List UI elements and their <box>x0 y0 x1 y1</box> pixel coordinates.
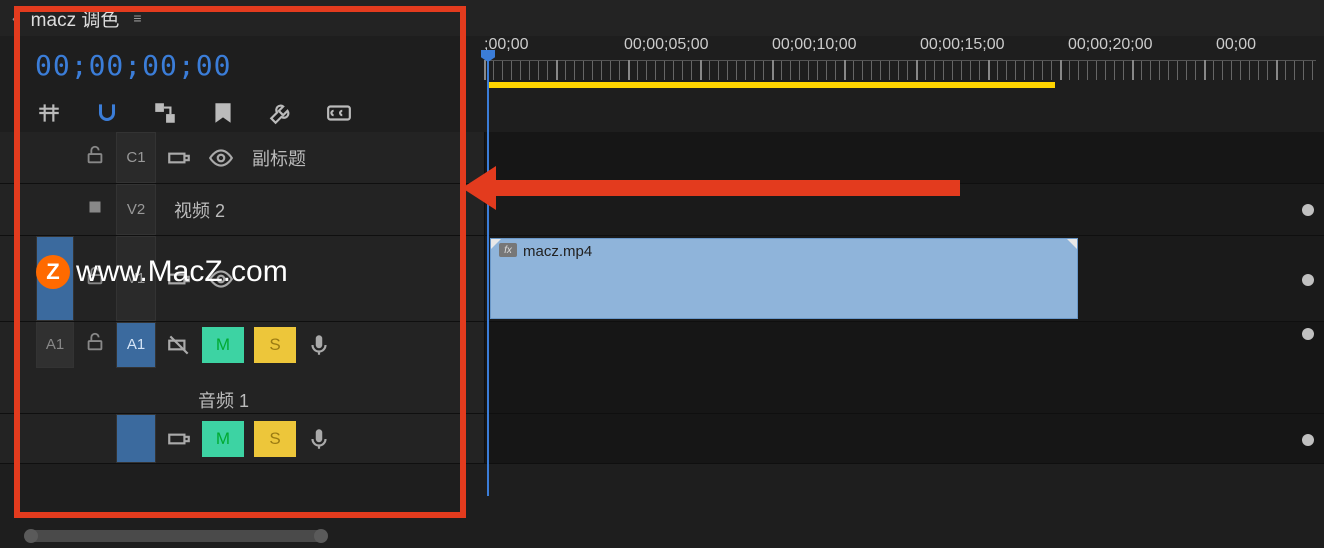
time-label: 00;00;15;00 <box>920 36 1005 54</box>
track-name: 副标题 <box>252 145 306 171</box>
audio-track-2: M S <box>0 414 1324 464</box>
keyframe-dot[interactable] <box>1302 328 1314 340</box>
time-label: 00;00 <box>1216 36 1256 54</box>
timeline-panel: ‹ macz 调色 ≡ 00;00;00;00 ;00;00 00;00;05;… <box>0 0 1324 548</box>
solo-button[interactable]: S <box>254 327 296 363</box>
track-name: 视频 2 <box>174 197 225 223</box>
snap-icon[interactable] <box>94 100 120 126</box>
time-label: 00;00;05;00 <box>624 36 709 54</box>
linked-selection-icon[interactable] <box>152 100 178 126</box>
mic-icon[interactable] <box>306 332 332 358</box>
track-id-v1[interactable]: V1 <box>116 236 156 321</box>
lock-icon[interactable] <box>84 144 106 171</box>
source-patch-a1[interactable]: A1 <box>36 322 74 368</box>
keyframe-dot[interactable] <box>1302 434 1314 446</box>
time-label: 00;00;20;00 <box>1068 36 1153 54</box>
eye-icon[interactable] <box>208 145 234 171</box>
wrench-icon[interactable] <box>268 100 294 126</box>
audio-track-1-content[interactable] <box>484 322 1324 413</box>
panel-menu-icon[interactable]: ≡ <box>133 10 141 26</box>
keyframe-dot[interactable] <box>1302 274 1314 286</box>
lock-icon[interactable] <box>84 196 106 223</box>
annotation-red-arrow <box>490 180 960 196</box>
mute-button[interactable]: M <box>202 421 244 457</box>
sequence-name[interactable]: macz 调色 <box>31 5 120 32</box>
sync-lock-icon[interactable] <box>166 145 192 171</box>
panel-header: ‹ macz 调色 ≡ <box>0 0 1324 36</box>
nest-icon[interactable] <box>36 100 62 126</box>
track-id-a2[interactable] <box>116 414 156 463</box>
video-track-1-content[interactable]: fx macz.mp4 <box>484 236 1324 321</box>
video-clip[interactable]: fx macz.mp4 <box>490 238 1078 319</box>
clip-name: macz.mp4 <box>523 243 592 260</box>
caption-track: C1 副标题 <box>0 132 1324 184</box>
video-track-1: V1 V1 fx macz.mp4 <box>0 236 1324 322</box>
work-area-bar[interactable] <box>489 82 1055 88</box>
caption-icon[interactable] <box>326 100 352 126</box>
track-id-v2[interactable]: V2 <box>116 184 156 235</box>
mute-button[interactable]: M <box>202 327 244 363</box>
audio-track-1: A1 A1 M S 音频 1 <box>0 322 1324 414</box>
eye-icon[interactable] <box>208 266 234 292</box>
timeline-tools-row <box>0 94 1324 132</box>
lock-icon[interactable] <box>84 265 106 292</box>
current-timecode[interactable]: 00;00;00;00 <box>35 49 231 82</box>
mic-icon[interactable] <box>306 426 332 452</box>
fx-badge-icon[interactable]: fx <box>499 243 517 257</box>
solo-button[interactable]: S <box>254 421 296 457</box>
caption-track-content[interactable] <box>484 132 1324 183</box>
time-scale-area: ;00;00 00;00;05;00 00;00;10;00 00;00;15;… <box>484 36 1324 94</box>
sync-lock-icon[interactable] <box>166 426 192 452</box>
audio-track-2-content[interactable] <box>484 414 1324 463</box>
mute-slash-icon[interactable] <box>166 332 192 358</box>
track-id-a1[interactable]: A1 <box>116 322 156 368</box>
timecode-row: 00;00;00;00 ;00;00 00;00;05;00 00;00;10;… <box>0 36 1324 94</box>
track-id-c1[interactable]: C1 <box>116 132 156 183</box>
keyframe-dot[interactable] <box>1302 204 1314 216</box>
sync-lock-icon[interactable] <box>166 266 192 292</box>
back-chevron-icon[interactable]: ‹ <box>12 10 17 26</box>
source-patch-v1[interactable]: V1 <box>36 236 74 321</box>
marker-icon[interactable] <box>210 100 236 126</box>
playhead[interactable] <box>487 56 489 496</box>
zoom-scrollbar[interactable] <box>26 530 326 542</box>
lock-icon[interactable] <box>84 331 106 358</box>
time-label: 00;00;10;00 <box>772 36 857 54</box>
track-name: 音频 1 <box>198 387 249 413</box>
